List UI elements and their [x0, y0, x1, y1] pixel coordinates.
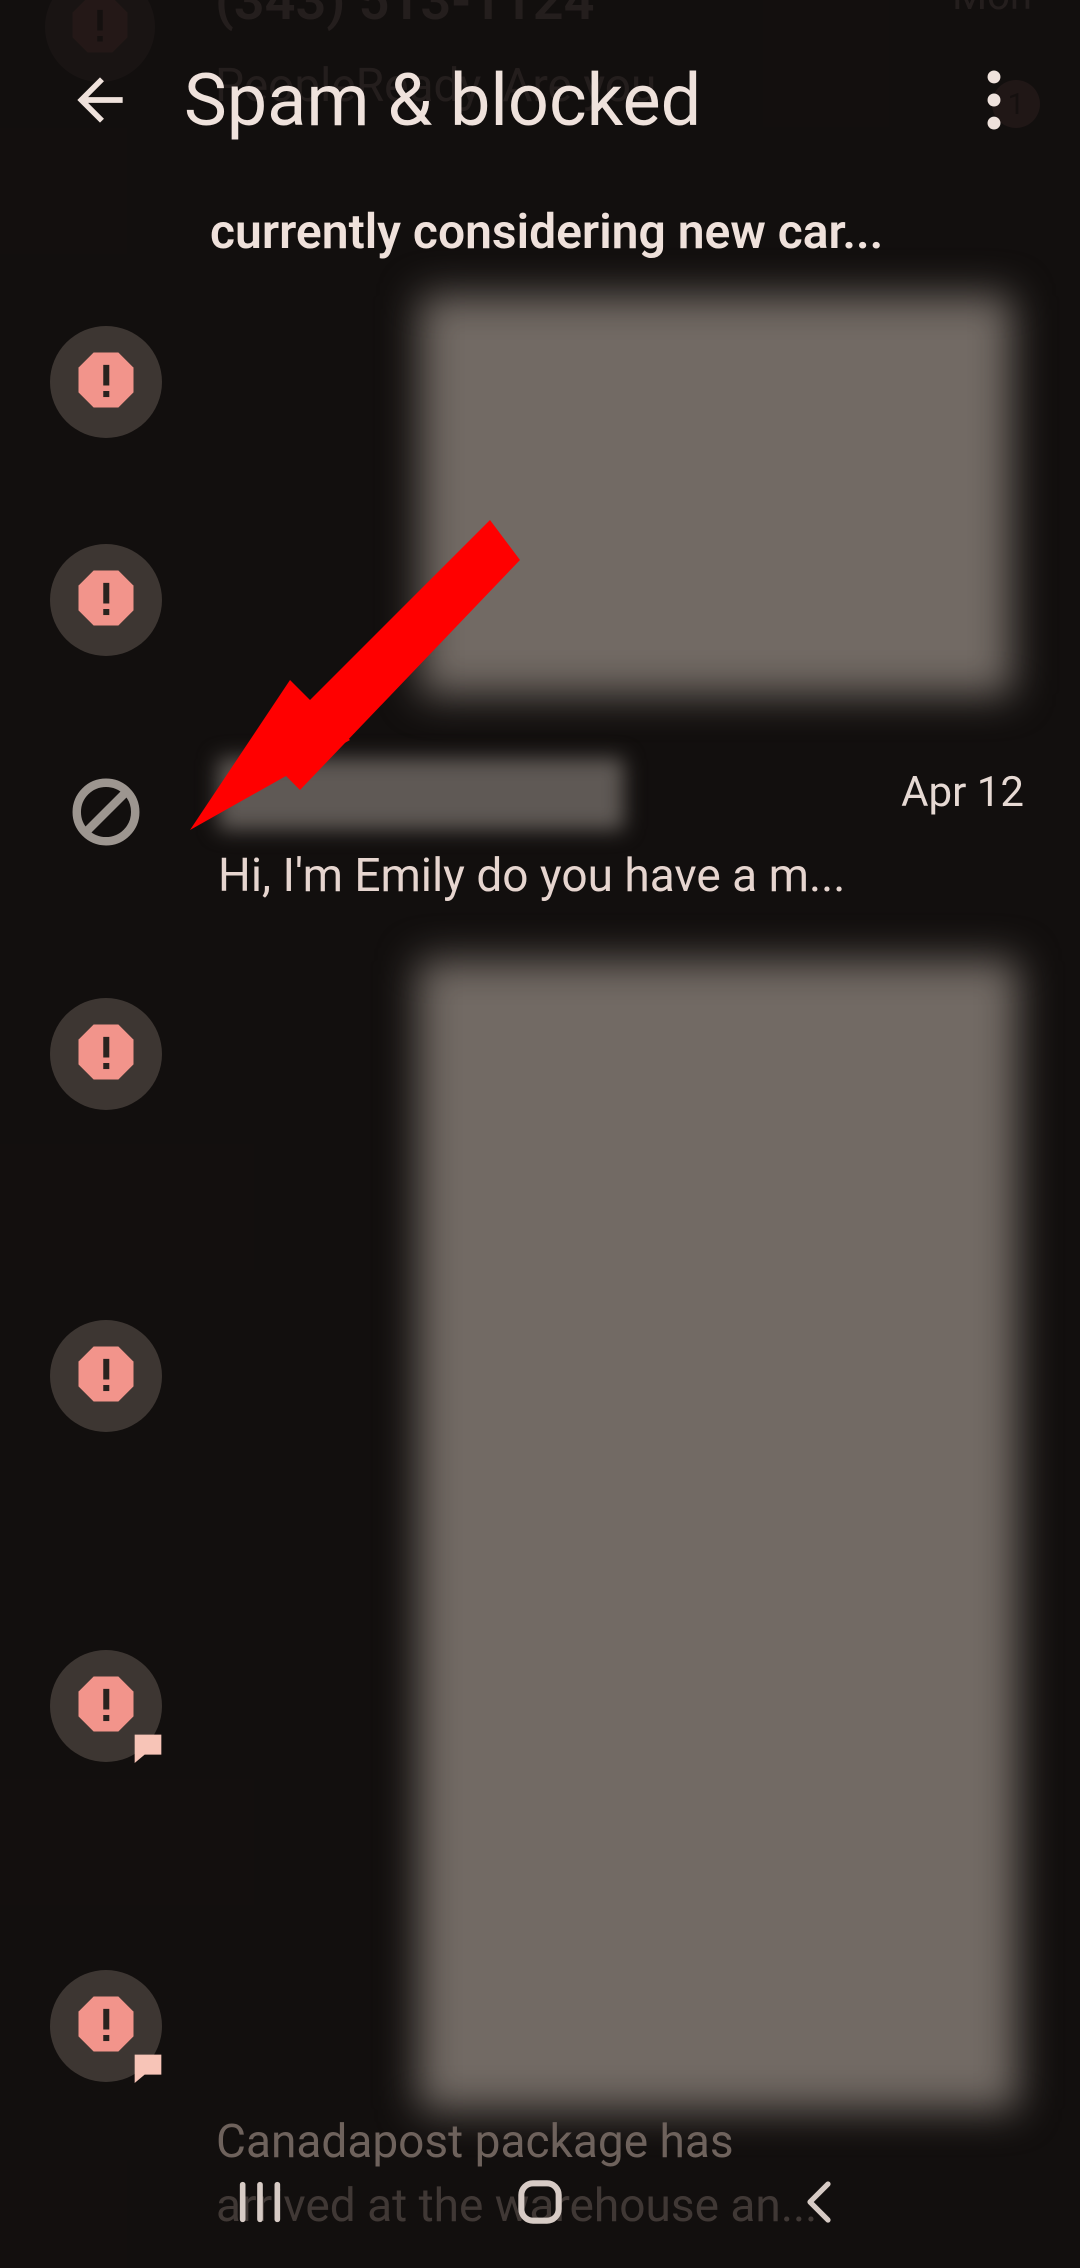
conversation-avatar[interactable]	[50, 326, 162, 438]
conversation-avatar[interactable]	[50, 1970, 162, 2082]
redacted-sender	[218, 758, 624, 830]
back-button[interactable]	[40, 40, 160, 160]
spam-warning-icon	[73, 1341, 139, 1411]
overflow-menu-button[interactable]	[944, 40, 1044, 160]
conversation-avatar	[50, 758, 162, 870]
conversation-avatar[interactable]	[50, 998, 162, 1110]
recents-button[interactable]	[220, 2162, 300, 2242]
more-vert-icon	[987, 70, 1001, 130]
arrow-back-icon	[66, 66, 134, 134]
redacted-region	[0, 295, 1080, 695]
home-icon	[512, 2174, 568, 2230]
conversation-preview: Hi, I'm Emily do you have a m...	[218, 846, 1024, 906]
page-title: Spam & blocked	[184, 58, 701, 143]
chevron-left-icon	[796, 2174, 844, 2230]
blocked-conversation[interactable]: Hi, I'm Emily do you have a m... Apr 12	[0, 740, 1080, 924]
conversation-avatar[interactable]	[50, 1320, 162, 1432]
conversation-avatar[interactable]	[50, 1650, 162, 1762]
redacted-region	[0, 960, 1080, 2110]
chat-bubble-icon	[128, 2048, 168, 2088]
recents-icon	[234, 2176, 286, 2228]
conversation-date: Apr 12	[901, 768, 1024, 817]
android-navigation-bar	[0, 2136, 1080, 2268]
app-bar: Spam & blocked	[0, 0, 1080, 200]
conversation-preview[interactable]: currently considering new car...	[210, 202, 1024, 262]
android-back-button[interactable]	[780, 2162, 860, 2242]
conversation-avatar[interactable]	[50, 544, 162, 656]
chat-bubble-icon	[128, 1728, 168, 1768]
spam-warning-icon	[73, 565, 139, 635]
home-button[interactable]	[500, 2162, 580, 2242]
spam-warning-icon	[73, 1019, 139, 1089]
blocked-icon	[67, 773, 145, 855]
spam-warning-icon	[73, 347, 139, 417]
